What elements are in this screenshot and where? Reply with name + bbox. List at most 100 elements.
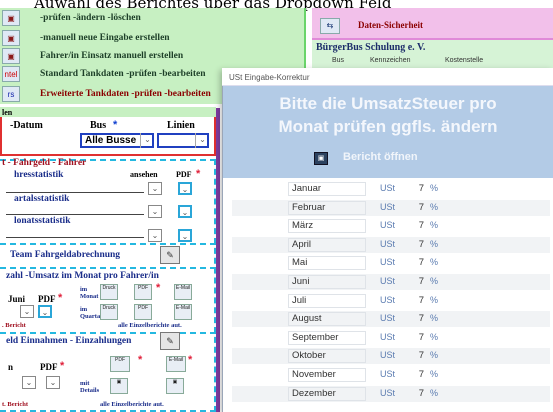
vat-rate-input[interactable]: 7 <box>408 257 424 268</box>
small-label: ntel <box>4 69 18 79</box>
month-select[interactable]: ⌄ <box>20 305 34 318</box>
required-star: * <box>138 354 143 366</box>
report-icon: ▣ <box>2 10 20 26</box>
vat-label: USt <box>380 239 396 249</box>
report-icon: ntel <box>2 66 20 82</box>
month-name-field[interactable]: November <box>288 368 366 382</box>
pdf-select[interactable]: ⌄ <box>178 205 192 218</box>
month-row: Juli USt 7% <box>232 293 550 309</box>
email-button[interactable]: E-Mail <box>174 284 192 300</box>
menu-item-label: Fahrer/in Einsatz manuell erstellen <box>40 51 184 61</box>
menu-item-label: Erweiterte Tankdaten -prüfen -bearbeiten <box>40 89 211 99</box>
percent-label: % <box>430 313 439 323</box>
report-button[interactable]: ▣ <box>110 378 128 394</box>
month-row: Februar USt 7% <box>232 200 550 216</box>
report-icon[interactable]: ✎ <box>160 332 180 350</box>
pdf-button[interactable]: PDF <box>134 304 152 320</box>
security-button-label[interactable]: Daten-Sicherheit <box>358 20 423 30</box>
required-star: * <box>113 119 118 131</box>
vat-rate-input[interactable]: 7 <box>408 295 424 306</box>
vat-rate-input[interactable]: 7 <box>408 276 424 287</box>
chevron-down-icon[interactable]: ⌄ <box>148 182 162 195</box>
chevron-down-icon[interactable]: ⌄ <box>46 376 60 389</box>
print-button[interactable]: Druck <box>100 284 118 300</box>
stats-row-label: hresstatistik <box>14 170 64 180</box>
stats-title: t - Fahrgeld - Fahrer <box>2 158 87 168</box>
month-row: November USt 7% <box>232 367 550 383</box>
required-star: * <box>60 360 65 372</box>
pdf-label: PDF <box>176 170 192 179</box>
security-panel <box>312 8 553 40</box>
percent-label: % <box>430 257 439 267</box>
month-name-field[interactable]: Oktober <box>288 349 366 363</box>
vat-label: USt <box>380 202 396 212</box>
vat-rate-input[interactable]: 7 <box>408 332 424 343</box>
month-name-field[interactable]: April <box>288 238 366 252</box>
divider <box>0 243 216 245</box>
pdf-select[interactable]: ⌄ <box>38 305 52 318</box>
month-name-field[interactable]: Januar <box>288 182 366 196</box>
email-button[interactable]: E-Mail <box>174 304 192 320</box>
month-row: Oktober USt 7% <box>232 348 550 364</box>
month-name-field[interactable]: Juli <box>288 294 366 308</box>
team-label: Team Fahrgeldabrechnung <box>10 250 121 260</box>
month-name-field[interactable]: Februar <box>288 201 366 215</box>
month-name-field[interactable]: September <box>288 331 366 345</box>
dialog-heading-line: Monat prüfen ggfls. ändern <box>278 117 498 136</box>
stats-field[interactable] <box>6 214 144 215</box>
report-button[interactable]: ▣ <box>166 378 184 394</box>
month-name-field[interactable]: Dezember <box>288 387 366 401</box>
vat-rate-input[interactable]: 7 <box>408 239 424 250</box>
month-name-field[interactable]: August <box>288 312 366 326</box>
chevron-down-icon[interactable]: ⌄ <box>140 133 154 148</box>
percent-label: % <box>430 183 439 193</box>
vat-rate-input[interactable]: 7 <box>408 183 424 194</box>
vat-rate-input[interactable]: 7 <box>408 220 424 231</box>
lines-label: Linien <box>167 120 195 131</box>
auto-reports-label: alle Einzelberichte aut. <box>118 322 182 329</box>
chevron-down-icon[interactable]: ⌄ <box>195 133 209 148</box>
security-icon[interactable]: ⇆ <box>320 18 340 34</box>
vat-rate-input[interactable]: 7 <box>408 202 424 213</box>
vat-rate-input[interactable]: 7 <box>408 388 424 399</box>
menu-item-new-entry[interactable]: ▣ -manuell neue Eingabe erstellen <box>0 28 306 48</box>
open-report-button[interactable]: Bericht öffnen <box>343 151 418 163</box>
pdf-select[interactable]: ⌄ <box>178 229 192 242</box>
stats-field[interactable] <box>6 192 144 193</box>
month-name-field[interactable]: März <box>288 219 366 233</box>
stats-row-label: lonatsstatistik <box>14 216 71 226</box>
report-icon[interactable]: ▣ <box>314 152 328 165</box>
report-icon: ▣ <box>2 48 20 64</box>
column-header-cost-center: Kostenstelle <box>445 57 484 64</box>
chevron-down-icon[interactable]: ⌄ <box>22 376 36 389</box>
vat-label: USt <box>380 350 396 360</box>
required-star: * <box>196 168 201 180</box>
small-label: rs <box>7 89 15 99</box>
stats-field[interactable] <box>6 237 144 238</box>
menu-item-driver-assignment[interactable]: ▣ Fahrer/in Einsatz manuell erstellen <box>0 46 306 66</box>
chevron-down-icon[interactable]: ⌄ <box>148 205 162 218</box>
report-icon[interactable]: ✎ <box>160 246 180 264</box>
vat-label: USt <box>380 220 396 230</box>
month-name-field[interactable]: Juni <box>288 275 366 289</box>
email-button[interactable]: E-Mail <box>166 356 186 372</box>
vat-rate-input[interactable]: 7 <box>408 369 424 380</box>
month-name-field[interactable]: Mai <box>288 256 366 270</box>
month-row: Januar USt 7% <box>232 181 550 197</box>
chevron-down-icon[interactable]: ⌄ <box>148 229 162 242</box>
pdf-select[interactable]: ⌄ <box>178 182 192 195</box>
filter-header-label: len <box>2 108 13 117</box>
vat-rate-input[interactable]: 7 <box>408 350 424 361</box>
date-label: -Datum <box>10 120 43 131</box>
vat-rate-input[interactable]: 7 <box>408 313 424 324</box>
percent-label: % <box>430 332 439 342</box>
stats-row-label: artalsstatistik <box>14 194 70 204</box>
month-row: Juni USt 7% <box>232 274 550 290</box>
pdf-button[interactable]: PDF <box>110 356 130 372</box>
pdf-button[interactable]: PDF <box>134 284 152 300</box>
menu-item-check-edit[interactable]: ▣ -prüfen -ändern -löschen <box>0 8 306 28</box>
report-icon: rs <box>2 86 20 102</box>
print-button[interactable]: Druck <box>100 304 118 320</box>
per-quarter-label: im Quartal <box>80 306 103 320</box>
sum-title: zahl -Umsatz im Monat pro Fahrer/in <box>6 271 159 281</box>
